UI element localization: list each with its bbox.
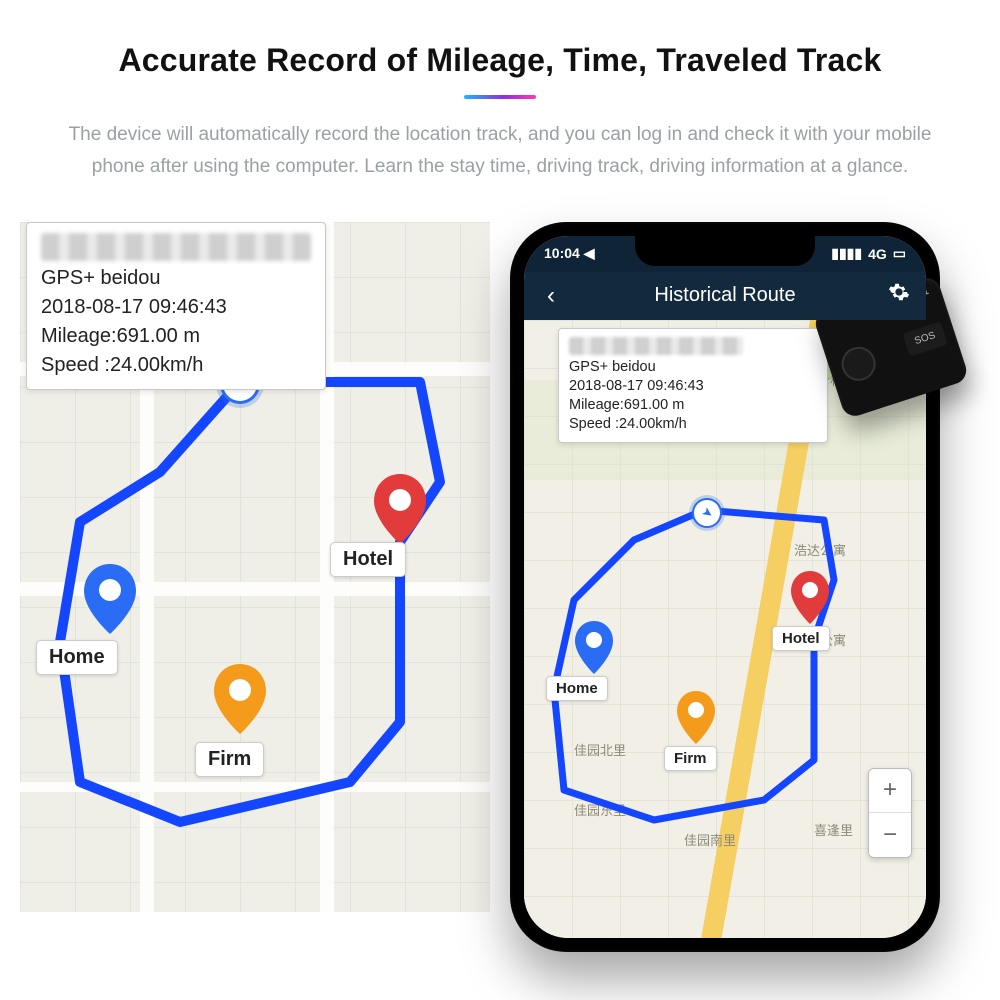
back-button[interactable]: ‹ xyxy=(538,282,564,310)
info-mode: GPS+ beidou xyxy=(569,359,817,375)
phone-notch xyxy=(635,236,815,266)
signal-bars-icon: ▮▮▮▮ xyxy=(831,245,862,262)
route-info-card: GPS+ beidou 2018-08-17 09:46:43 Mileage:… xyxy=(26,222,326,390)
map-pin-home-label: Home xyxy=(546,676,608,701)
page-description: The device will automatically record the… xyxy=(60,119,940,184)
screen-title: Historical Route xyxy=(564,284,886,307)
zoom-out-button[interactable]: − xyxy=(869,813,911,857)
status-time: 10:04 ◀ xyxy=(544,245,594,262)
map-pin-firm-label: Firm xyxy=(195,742,264,777)
info-mileage-value: 691.00 m xyxy=(624,397,684,413)
settings-button[interactable] xyxy=(886,281,912,310)
info-speed: Speed :24.00km/h xyxy=(41,354,311,377)
info-mileage-label: Mileage: xyxy=(569,397,624,413)
info-mileage: Mileage:691.00 m xyxy=(569,397,817,413)
network-label: 4G xyxy=(868,246,887,262)
map-pin-home-label: Home xyxy=(36,640,118,675)
zoom-in-button[interactable]: + xyxy=(869,769,911,813)
map-pin-firm-label: Firm xyxy=(664,746,717,771)
blurred-id-line xyxy=(569,337,743,355)
info-mode: GPS+ beidou xyxy=(41,267,311,290)
info-speed-label: Speed : xyxy=(569,416,619,432)
info-speed-value: 24.00km/h xyxy=(619,416,687,432)
battery-icon: ▭ xyxy=(893,245,906,262)
info-mileage-value: 691.00 m xyxy=(117,325,200,347)
info-timestamp: 2018-08-17 09:46:43 xyxy=(41,296,311,319)
page-title: Accurate Record of Mileage, Time, Travel… xyxy=(40,42,960,79)
current-location-icon: ➤ xyxy=(692,498,722,528)
info-mileage: Mileage:691.00 m xyxy=(41,325,311,348)
map-pin-hotel-label: Hotel xyxy=(330,542,406,577)
map-pin-hotel-label: Hotel xyxy=(772,626,830,651)
accent-divider xyxy=(464,95,536,99)
info-speed: Speed :24.00km/h xyxy=(569,416,817,432)
info-speed-value: 24.00km/h xyxy=(110,354,203,376)
info-mileage-label: Mileage: xyxy=(41,325,117,347)
info-timestamp: 2018-08-17 09:46:43 xyxy=(569,378,817,394)
info-speed-label: Speed : xyxy=(41,354,110,376)
zoom-controls: + − xyxy=(868,768,912,858)
route-info-card-phone: GPS+ beidou 2018-08-17 09:46:43 Mileage:… xyxy=(558,328,828,443)
gear-icon xyxy=(888,281,910,303)
blurred-id-line xyxy=(41,233,311,261)
marketing-header: Accurate Record of Mileage, Time, Travel… xyxy=(0,0,1000,202)
app-nav-bar: ‹ Historical Route xyxy=(524,272,926,320)
